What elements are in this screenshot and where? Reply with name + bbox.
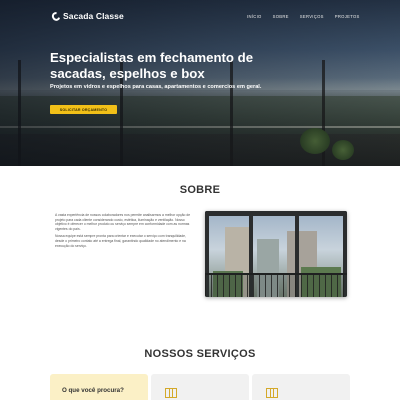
- service-card[interactable]: O que você procura?: [50, 374, 148, 400]
- service-card-question: O que você procura?: [62, 387, 124, 394]
- glass-frame-top: [205, 211, 347, 216]
- sobre-text: A vasta experiência de nossos colaborado…: [55, 213, 195, 251]
- hero-subtitle: Projetos em vidros e espelhos para casas…: [50, 84, 262, 90]
- sobre-paragraph: A vasta experiência de nossos colaborado…: [55, 213, 191, 231]
- nav-item-servicos[interactable]: SERVIÇOS: [300, 14, 324, 19]
- nav-item-inicio[interactable]: INÍCIO: [247, 14, 262, 19]
- service-card[interactable]: [252, 374, 350, 400]
- balcony-railing: [205, 273, 347, 297]
- request-quote-button[interactable]: SOLICITAR ORÇAMENTO: [50, 105, 117, 114]
- sobre-title: SOBRE: [179, 184, 221, 196]
- railing-bar: [205, 273, 347, 275]
- hero-overlay: [0, 0, 400, 166]
- sobre-paragraph: Nossa equipe está sempre pronta para ori…: [55, 234, 186, 248]
- glass-panel-icon: [266, 388, 278, 398]
- nav-item-projetos[interactable]: PROJETOS: [335, 14, 360, 19]
- hero-title: Especialistas em fechamento de sacadas, …: [50, 50, 254, 81]
- balcony-photo: [205, 211, 347, 297]
- logo[interactable]: Sacada Classe: [50, 10, 124, 22]
- service-card[interactable]: [151, 374, 249, 400]
- main-nav: INÍCIO SOBRE SERVIÇOS PROJETOS: [247, 14, 360, 19]
- nav-item-sobre[interactable]: SOBRE: [273, 14, 289, 19]
- logo-text: Sacada Classe: [63, 11, 124, 21]
- window-icon: [165, 388, 177, 398]
- servicos-title: NOSSOS SERVIÇOS: [144, 348, 256, 360]
- logo-icon: [50, 10, 62, 22]
- hero-section: Sacada Classe INÍCIO SOBRE SERVIÇOS PROJ…: [0, 0, 400, 166]
- page: Sacada Classe INÍCIO SOBRE SERVIÇOS PROJ…: [0, 0, 400, 400]
